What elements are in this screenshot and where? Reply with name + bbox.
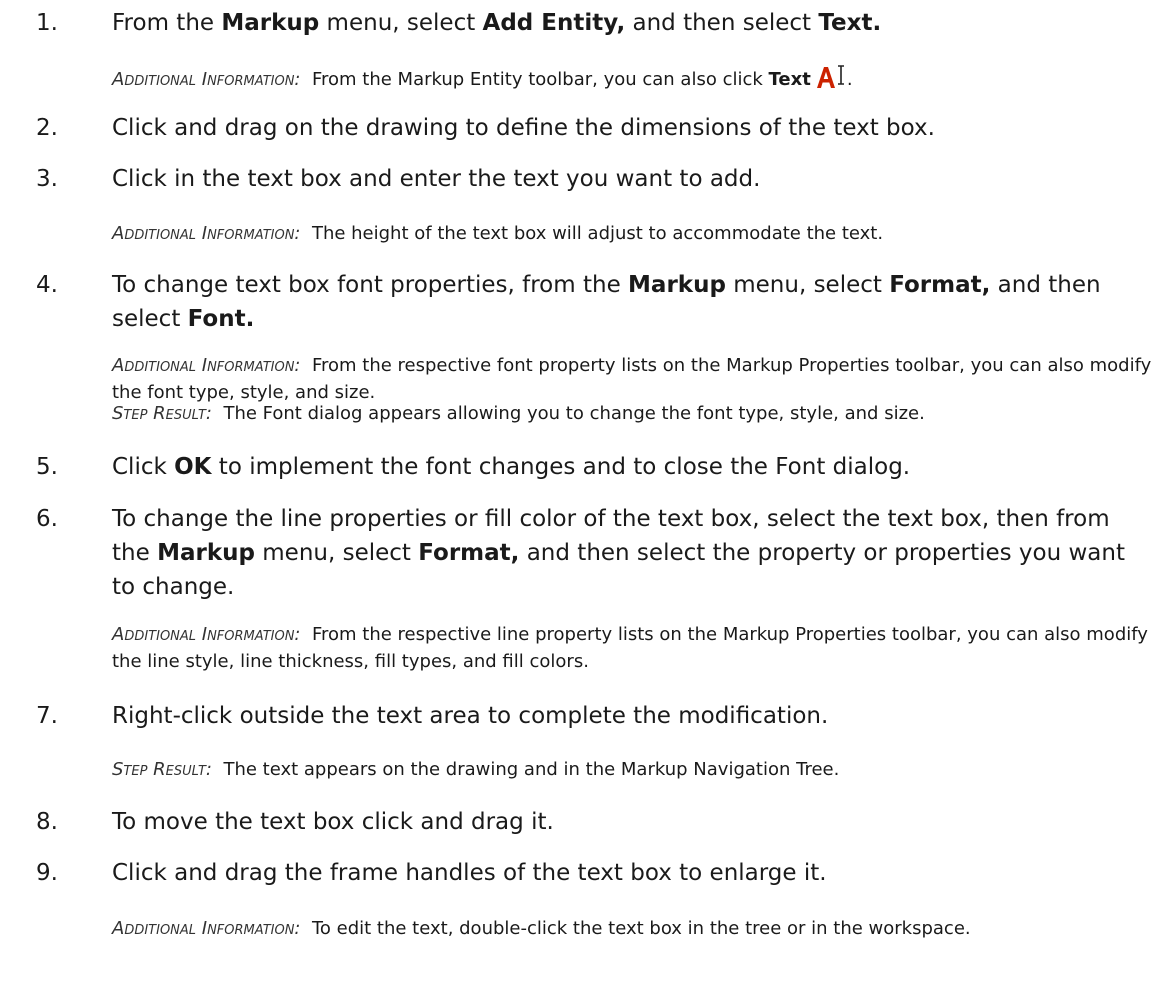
text-run: Click and drag the frame handles of the … — [112, 860, 827, 886]
step-instruction: To change the line properties or fill co… — [112, 502, 1152, 604]
step-number: 5. — [36, 454, 58, 480]
note-label: Additional Information: — [112, 355, 301, 376]
step-instruction: Click and drag on the drawing to define … — [112, 111, 1152, 145]
text-run: to implement the font changes and to clo… — [211, 454, 911, 480]
additional-information-note: Additional Information: The height of the… — [112, 220, 1152, 247]
step-instruction: Click in the text box and enter the text… — [112, 162, 1152, 196]
text-run: From the Markup Entity toolbar, you can … — [311, 69, 769, 90]
step-number: 8. — [36, 809, 58, 835]
note-label: Additional Information: — [112, 223, 301, 244]
text-run: and then select — [625, 10, 819, 36]
note-label: Additional Information: — [112, 918, 301, 939]
text-run: Click and drag on the drawing to define … — [112, 115, 935, 141]
text-run: To change text box font properties, from… — [112, 272, 629, 298]
bold-ui-term: Markup — [221, 10, 320, 36]
note-label: Step Result: — [112, 403, 212, 424]
additional-information-note: Additional Information: To edit the text,… — [112, 915, 1152, 942]
additional-information-note: Additional Information: From the respecti… — [112, 352, 1152, 406]
text-tool-icon — [815, 64, 847, 90]
note-label: Additional Information: — [112, 69, 301, 90]
text-run: Click in the text box and enter the text… — [112, 166, 761, 192]
text-run: Right-click outside the text area to com… — [112, 703, 829, 729]
note-label: Step Result: — [112, 759, 212, 780]
step-instruction: From the Markup menu, select Add Entity,… — [112, 6, 1152, 40]
bold-ui-term: OK — [174, 454, 212, 480]
bold-ui-term: Markup — [628, 272, 726, 298]
text-run: Click — [112, 454, 175, 480]
bold-ui-term: Text — [768, 69, 811, 90]
additional-information-note: Additional Information: From the respecti… — [112, 621, 1152, 675]
text-run: From the — [112, 10, 222, 36]
step-number: 1. — [36, 10, 58, 36]
additional-information-note: Additional Information: From the Markup E… — [112, 64, 1152, 93]
step-instruction: Click OK to implement the font changes a… — [112, 450, 1152, 484]
step-number: 3. — [36, 166, 58, 192]
bold-ui-term: Format, — [418, 540, 520, 566]
step-number: 7. — [36, 703, 58, 729]
step-instruction: Click and drag the frame handles of the … — [112, 856, 1152, 890]
text-run: menu, select — [254, 540, 419, 566]
step-result-note: Step Result: The text appears on the draw… — [112, 756, 1152, 783]
text-run: The Font dialog appears allowing you to … — [223, 403, 925, 424]
text-run: The height of the text box will adjust t… — [311, 223, 884, 244]
step-result-note: Step Result: The Font dialog appears allo… — [112, 400, 1152, 427]
bold-ui-term: Add Entity, — [482, 10, 626, 36]
text-run: . — [846, 69, 853, 90]
text-run: The text appears on the drawing and in t… — [223, 759, 840, 780]
step-number: 2. — [36, 115, 58, 141]
step-number: 9. — [36, 860, 58, 886]
step-number: 4. — [36, 272, 58, 298]
step-instruction: Right-click outside the text area to com… — [112, 699, 1152, 733]
bold-ui-term: Text. — [818, 10, 882, 36]
step-number: 6. — [36, 506, 58, 532]
procedure-document: 1. From the Markup menu, select Add Entit… — [0, 0, 1175, 996]
text-run: To move the text box click and drag it. — [112, 809, 554, 835]
step-instruction: To move the text box click and drag it. — [112, 805, 1152, 839]
bold-ui-term: Format, — [889, 272, 991, 298]
text-run: menu, select — [725, 272, 890, 298]
bold-ui-term: Font. — [187, 306, 255, 332]
note-label: Additional Information: — [112, 624, 301, 645]
text-run: menu, select — [319, 10, 483, 36]
step-instruction: To change text box font properties, from… — [112, 268, 1152, 336]
text-run: To edit the text, double-click the text … — [311, 918, 971, 939]
bold-ui-term: Markup — [157, 540, 255, 566]
